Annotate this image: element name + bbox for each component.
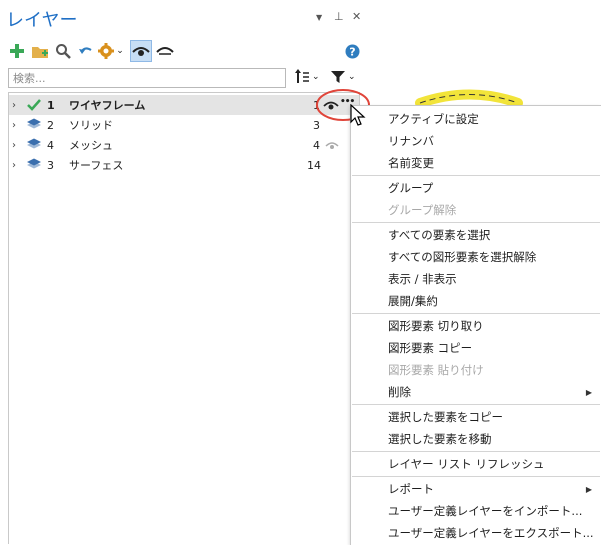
eye-closed-icon [156, 47, 174, 55]
chevron-down-icon: ⌄ [116, 46, 124, 56]
layer-number: 3 [47, 158, 54, 172]
plus-icon [10, 44, 24, 58]
menu-separator [352, 476, 600, 477]
eye-icon[interactable] [325, 140, 339, 150]
menu-item-expand-collapse[interactable]: 展開/集約 [351, 290, 600, 312]
menu-item-copy-selected[interactable]: 選択した要素をコピー [351, 406, 600, 428]
add-layer-button[interactable] [8, 40, 26, 62]
layer-row[interactable]: › 2 ソリッド 3 [9, 115, 359, 135]
menu-item-import-user-layers[interactable]: ユーザー定義レイヤーをインポート... [351, 500, 600, 522]
layer-toolbar: ⌄ ? [8, 40, 363, 64]
filter-icon [331, 71, 345, 83]
pin-icon[interactable]: ⊥ [334, 10, 344, 23]
chevron-down-icon: ⌄ [312, 72, 320, 82]
svg-text:?: ? [349, 45, 355, 58]
menu-item-set-active[interactable]: アクティブに設定 [351, 108, 600, 130]
menu-item-cut[interactable]: 図形要素 切り取り [351, 315, 600, 337]
menu-item-deselect-all[interactable]: すべての図形要素を選択解除 [351, 246, 600, 268]
menu-item-copy[interactable]: 図形要素 コピー [351, 337, 600, 359]
menu-separator [352, 175, 600, 176]
layer-number: 1 [47, 98, 55, 112]
layer-panel: レイヤー ▼ ⊥ ✕ ⌄ ? 検索... ⌄ ⌄ › 1 ワイヤフレーム 1 •… [0, 0, 368, 545]
magnifier-icon [56, 44, 71, 59]
help-button[interactable]: ? [344, 40, 360, 62]
layer-row[interactable]: › 1 ワイヤフレーム 1 ••• [9, 95, 359, 115]
layer-tree: › 1 ワイヤフレーム 1 ••• › 2 ソリッド 3 › 4 メッシュ 4 … [8, 92, 360, 544]
layer-stack-icon [27, 118, 41, 129]
layer-count: 14 [307, 158, 321, 172]
undo-button[interactable] [76, 40, 94, 62]
menu-separator [352, 222, 600, 223]
menu-item-renumber[interactable]: リナンバ [351, 130, 600, 152]
help-icon: ? [345, 44, 359, 58]
active-check-icon [27, 99, 41, 111]
folder-add-icon [32, 47, 48, 58]
menu-item-select-all[interactable]: すべての要素を選択 [351, 224, 600, 246]
menu-item-export-user-layers[interactable]: ユーザー定義レイヤーをエクスポート... [351, 522, 600, 544]
layer-stack-icon [27, 158, 41, 169]
search-input[interactable] [8, 68, 286, 88]
layer-name: ソリッド [69, 119, 113, 132]
mouse-cursor-icon [350, 104, 366, 126]
context-menu: アクティブに設定 リナンバ 名前変更 グループ グループ解除 すべての要素を選択… [350, 105, 601, 545]
eye-icon [132, 47, 150, 56]
layer-name: ワイヤフレーム [69, 99, 146, 112]
menu-item-show-hide[interactable]: 表示 / 非表示 [351, 268, 600, 290]
menu-item-move-selected[interactable]: 選択した要素を移動 [351, 428, 600, 450]
sort-dropdown-button[interactable]: ⌄ [294, 69, 320, 85]
menu-item-group[interactable]: グループ [351, 177, 600, 199]
menu-item-rename[interactable]: 名前変更 [351, 152, 600, 174]
menu-separator [352, 404, 600, 405]
expand-icon[interactable]: › [12, 100, 16, 111]
search-layer-button[interactable] [54, 40, 72, 62]
layer-number: 2 [47, 118, 54, 132]
layer-count: 4 [313, 138, 320, 152]
menu-item-report[interactable]: レポート ▶ [351, 478, 600, 500]
menu-separator [352, 451, 600, 452]
layer-row[interactable]: › 3 サーフェス 14 [9, 155, 359, 175]
hide-visibility-toggle[interactable] [156, 40, 174, 62]
layer-row[interactable]: › 4 メッシュ 4 [9, 135, 359, 155]
submenu-arrow-icon: ▶ [585, 484, 592, 494]
menu-item-delete[interactable]: 削除 ▶ [351, 381, 600, 403]
chevron-down-icon: ⌄ [348, 72, 356, 82]
menu-item-paste[interactable]: 図形要素 貼り付け [351, 359, 600, 381]
layer-name: サーフェス [69, 159, 124, 172]
new-folder-button[interactable] [30, 40, 50, 62]
menu-item-refresh-list[interactable]: レイヤー リスト リフレッシュ [351, 453, 600, 475]
undo-arrow-icon [79, 47, 92, 54]
menu-separator [352, 313, 600, 314]
expand-icon[interactable]: › [12, 160, 16, 171]
show-visibility-toggle[interactable] [130, 40, 152, 62]
layer-stack-icon [27, 138, 41, 149]
gear-icon [98, 43, 115, 59]
sort-icon [295, 69, 309, 83]
expand-icon[interactable]: › [12, 140, 16, 151]
filter-dropdown-button[interactable]: ⌄ [330, 69, 356, 85]
settings-dropdown-button[interactable]: ⌄ [97, 40, 125, 62]
close-icon[interactable]: ✕ [352, 10, 361, 23]
menu-item-ungroup[interactable]: グループ解除 [351, 199, 600, 221]
panel-menu-dropdown-icon[interactable]: ▼ [316, 13, 322, 22]
expand-icon[interactable]: › [12, 120, 16, 131]
layer-number: 4 [47, 138, 54, 152]
panel-title: レイヤー [6, 10, 78, 31]
layer-name: メッシュ [69, 139, 113, 152]
submenu-arrow-icon: ▶ [585, 387, 592, 397]
search-row: ⌄ ⌄ [8, 68, 360, 90]
